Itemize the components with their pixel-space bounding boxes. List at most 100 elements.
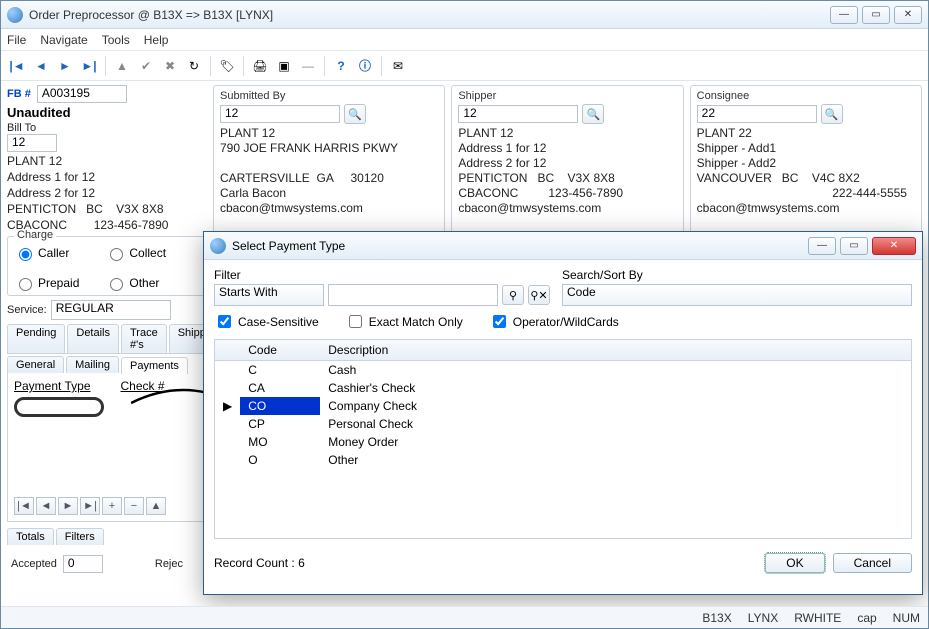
status-cell: B13X [702, 611, 731, 625]
search-sort-label: Search/Sort By [562, 268, 912, 282]
grid-cell-description: Other [320, 451, 911, 469]
grid-row[interactable]: CACashier's Check [215, 379, 911, 397]
pg-up-icon[interactable]: ▲ [146, 497, 166, 515]
titlebar: Order Preprocessor @ B13X => B13X [LYNX]… [1, 1, 928, 29]
payments-col-type: Payment Type [14, 379, 91, 393]
main-tabs: Pending Details Trace #'s Shipp [7, 324, 207, 354]
nav-prev-icon[interactable]: ◄ [31, 56, 51, 76]
window-title: Order Preprocessor @ B13X => B13X [LYNX] [29, 8, 830, 22]
accepted-label: Accepted [11, 558, 57, 570]
pg-last-icon[interactable]: ►| [80, 497, 100, 515]
main-window: Order Preprocessor @ B13X => B13X [LYNX]… [0, 0, 929, 629]
info-icon[interactable]: ⓘ [355, 56, 375, 76]
service-select[interactable]: REGULAR [51, 300, 171, 320]
filter-clear-icon[interactable]: ⚲✕ [528, 285, 550, 305]
bill-to-code[interactable]: 12 [7, 134, 57, 152]
filter-text-input[interactable] [328, 284, 498, 306]
subtab-general[interactable]: General [7, 356, 64, 373]
dialog-close-button[interactable]: ✕ [872, 237, 916, 255]
payment-type-grid[interactable]: Code Description CCashCACashier's Check▶… [214, 339, 912, 539]
charge-other-radio[interactable]: Other [105, 275, 166, 291]
grid-row[interactable]: MOMoney Order [215, 433, 911, 451]
ok-button[interactable]: OK [765, 553, 824, 573]
grid-row[interactable]: ▶COCompany Check [215, 397, 911, 415]
pg-first-icon[interactable]: |◄ [14, 497, 34, 515]
dialog-title: Select Payment Type [232, 239, 808, 253]
operator-wildcards-checkbox[interactable]: Operator/WildCards [489, 312, 619, 331]
grid-cell-code: O [240, 451, 320, 469]
consignee-code[interactable]: 22 [697, 105, 817, 123]
grid-col-description[interactable]: Description [320, 340, 911, 361]
pg-prev-icon[interactable]: ◄ [36, 497, 56, 515]
grid-col-code[interactable]: Code [240, 340, 320, 361]
status-bar: B13X LYNX RWHITE cap NUM [1, 606, 928, 628]
status-cell: NUM [893, 611, 920, 625]
shipper-code[interactable]: 12 [458, 105, 578, 123]
menu-tools[interactable]: Tools [102, 33, 130, 47]
dash-icon[interactable]: — [298, 56, 318, 76]
nav-next-icon[interactable]: ► [55, 56, 75, 76]
filter-mode-select[interactable]: Starts With [214, 284, 324, 306]
menu-help[interactable]: Help [144, 33, 169, 47]
fb-number[interactable]: A003195 [37, 85, 127, 103]
tab-pending[interactable]: Pending [7, 324, 65, 353]
charge-prepaid-radio[interactable]: Prepaid [14, 275, 79, 291]
tab-totals[interactable]: Totals [7, 528, 54, 545]
nav-last-icon[interactable]: ►| [79, 56, 99, 76]
grid-cell-code: C [240, 361, 320, 380]
search-sort-select[interactable]: Code [562, 284, 912, 306]
payments-panel: Payment Type Check # |◄ ◄ ► ►| + − ▲ [7, 373, 207, 522]
grid-cell-description: Personal Check [320, 415, 911, 433]
menu-file[interactable]: File [7, 33, 26, 47]
mail-icon[interactable]: ✉ [388, 56, 408, 76]
menu-navigate[interactable]: Navigate [40, 33, 87, 47]
delete-icon[interactable]: ✖ [160, 56, 180, 76]
submitted-by-code[interactable]: 12 [220, 105, 340, 123]
close-button[interactable]: ✕ [894, 6, 922, 24]
nav-first-icon[interactable]: |◄ [7, 56, 27, 76]
grid-row[interactable]: CPPersonal Check [215, 415, 911, 433]
service-label: Service: [7, 304, 47, 316]
grid-row[interactable]: OOther [215, 451, 911, 469]
tab-details[interactable]: Details [67, 324, 119, 353]
grid-cell-description: Money Order [320, 433, 911, 451]
pg-remove-icon[interactable]: − [124, 497, 144, 515]
search-icon[interactable]: 🔍 [821, 104, 843, 124]
accepted-value[interactable]: 0 [63, 555, 103, 573]
pg-next-icon[interactable]: ► [58, 497, 78, 515]
refresh-icon[interactable]: ↻ [184, 56, 204, 76]
dialog-icon [210, 238, 226, 254]
tab-trace[interactable]: Trace #'s [121, 324, 167, 353]
check-icon[interactable]: ✔ [136, 56, 156, 76]
search-icon[interactable]: 🔍 [344, 104, 366, 124]
grid-cell-description: Cashier's Check [320, 379, 911, 397]
tag-icon[interactable]: 🏷 [217, 56, 237, 76]
case-sensitive-checkbox[interactable]: Case-Sensitive [214, 312, 319, 331]
filter-label: Filter [214, 268, 554, 282]
pg-add-icon[interactable]: + [102, 497, 122, 515]
charge-collect-radio[interactable]: Collect [105, 245, 166, 261]
monitor-icon[interactable]: ▣ [274, 56, 294, 76]
tab-filters[interactable]: Filters [56, 528, 104, 545]
search-icon[interactable]: 🔍 [582, 104, 604, 124]
minimize-button[interactable]: — [830, 6, 858, 24]
grid-paginator: |◄ ◄ ► ►| + − ▲ [14, 497, 200, 515]
status-cell: LYNX [748, 611, 778, 625]
filter-apply-icon[interactable]: ⚲ [502, 285, 524, 305]
subtab-mailing[interactable]: Mailing [66, 356, 119, 373]
subtab-payments[interactable]: Payments [121, 357, 188, 374]
print-icon[interactable]: 🖨 [250, 56, 270, 76]
record-count-label: Record Count : [214, 556, 295, 570]
grid-row[interactable]: CCash [215, 361, 911, 380]
bill-to-address: PLANT 12 Address 1 for 12 Address 2 for … [7, 154, 207, 232]
maximize-button[interactable]: ▭ [862, 6, 890, 24]
exact-match-checkbox[interactable]: Exact Match Only [345, 312, 463, 331]
payment-type-field[interactable] [14, 397, 104, 417]
dialog-maximize-button[interactable]: ▭ [840, 237, 868, 255]
cancel-button[interactable]: Cancel [833, 553, 912, 573]
triangle-icon[interactable]: ▲ [112, 56, 132, 76]
dialog-minimize-button[interactable]: — [808, 237, 836, 255]
grid-cell-code: CO [240, 397, 320, 415]
charge-caller-radio[interactable]: Caller [14, 245, 79, 261]
help-icon[interactable]: ? [331, 56, 351, 76]
